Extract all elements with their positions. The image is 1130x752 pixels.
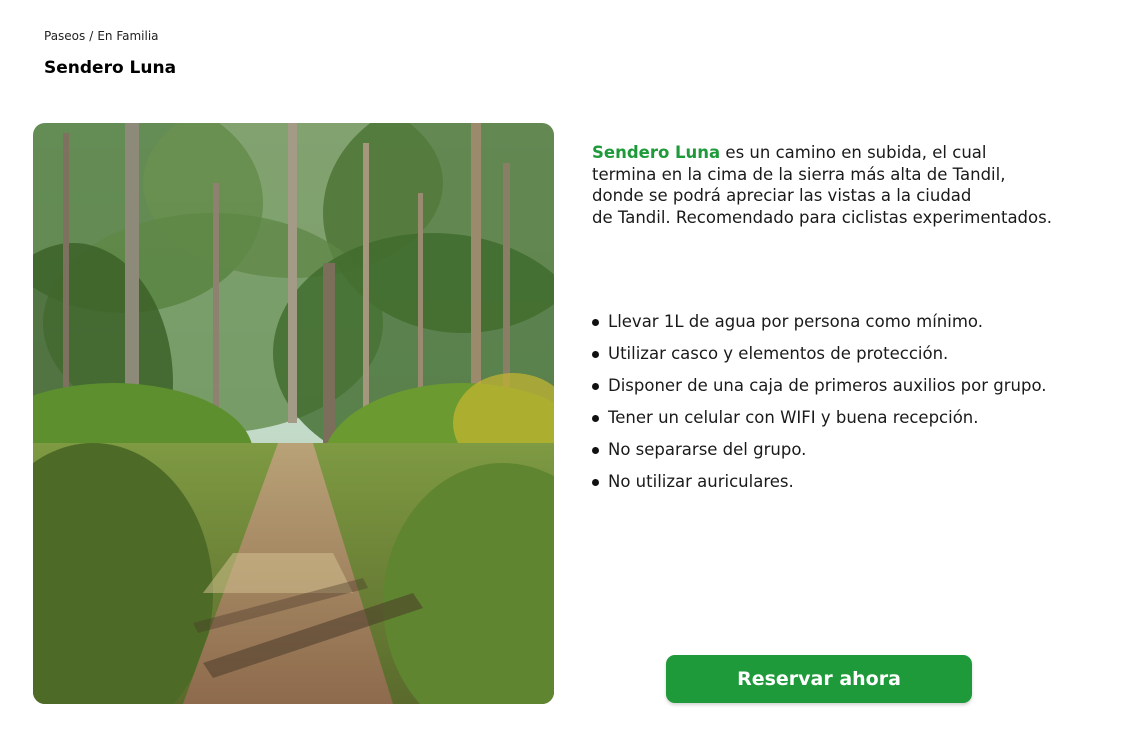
list-item: No separarse del grupo.	[592, 434, 1112, 466]
trail-name-highlight: Sendero Luna	[592, 143, 721, 162]
description-line-1: es un camino en subida, el cual	[720, 143, 987, 162]
trail-description: Sendero Luna es un camino en subida, el …	[592, 142, 1112, 228]
bullet-icon	[592, 383, 599, 390]
description-line-4: de Tandil. Recomendado para ciclistas ex…	[592, 207, 1052, 227]
tip-text: Llevar 1L de agua por persona como mínim…	[608, 312, 983, 331]
list-item: No utilizar auriculares.	[592, 466, 1112, 498]
breadcrumb: Paseos / En Familia	[44, 29, 159, 43]
tip-text: Utilizar casco y elementos de protección…	[608, 344, 949, 363]
list-item: Disponer de una caja de primeros auxilio…	[592, 370, 1112, 402]
description-line-2: termina en la cima de la sierra más alta…	[592, 164, 1006, 184]
bullet-icon	[592, 415, 599, 422]
tip-text: Disponer de una caja de primeros auxilio…	[608, 376, 1047, 395]
bullet-icon	[592, 479, 599, 486]
list-item: Tener un celular con WIFI y buena recepc…	[592, 402, 1112, 434]
forest-trail-illustration	[33, 123, 554, 704]
recommendations-list: Llevar 1L de agua por persona como mínim…	[592, 306, 1112, 498]
page-title: Sendero Luna	[44, 58, 177, 78]
list-item: Llevar 1L de agua por persona como mínim…	[592, 306, 1112, 338]
breadcrumb-separator: /	[89, 29, 94, 43]
forest-trail-photo	[33, 123, 554, 704]
bullet-icon	[592, 447, 599, 454]
tip-text: No separarse del grupo.	[608, 440, 807, 459]
tip-text: No utilizar auriculares.	[608, 472, 794, 491]
tip-text: Tener un celular con WIFI y buena recepc…	[608, 408, 979, 427]
bullet-icon	[592, 319, 599, 326]
bullet-icon	[592, 351, 599, 358]
reserve-now-button[interactable]: Reservar ahora	[666, 655, 972, 703]
description-line-3: donde se podrá apreciar las vistas a la …	[592, 186, 972, 205]
list-item: Utilizar casco y elementos de protección…	[592, 338, 1112, 370]
breadcrumb-link-paseos[interactable]: Paseos	[44, 29, 85, 43]
breadcrumb-link-en-familia[interactable]: En Familia	[97, 29, 158, 43]
